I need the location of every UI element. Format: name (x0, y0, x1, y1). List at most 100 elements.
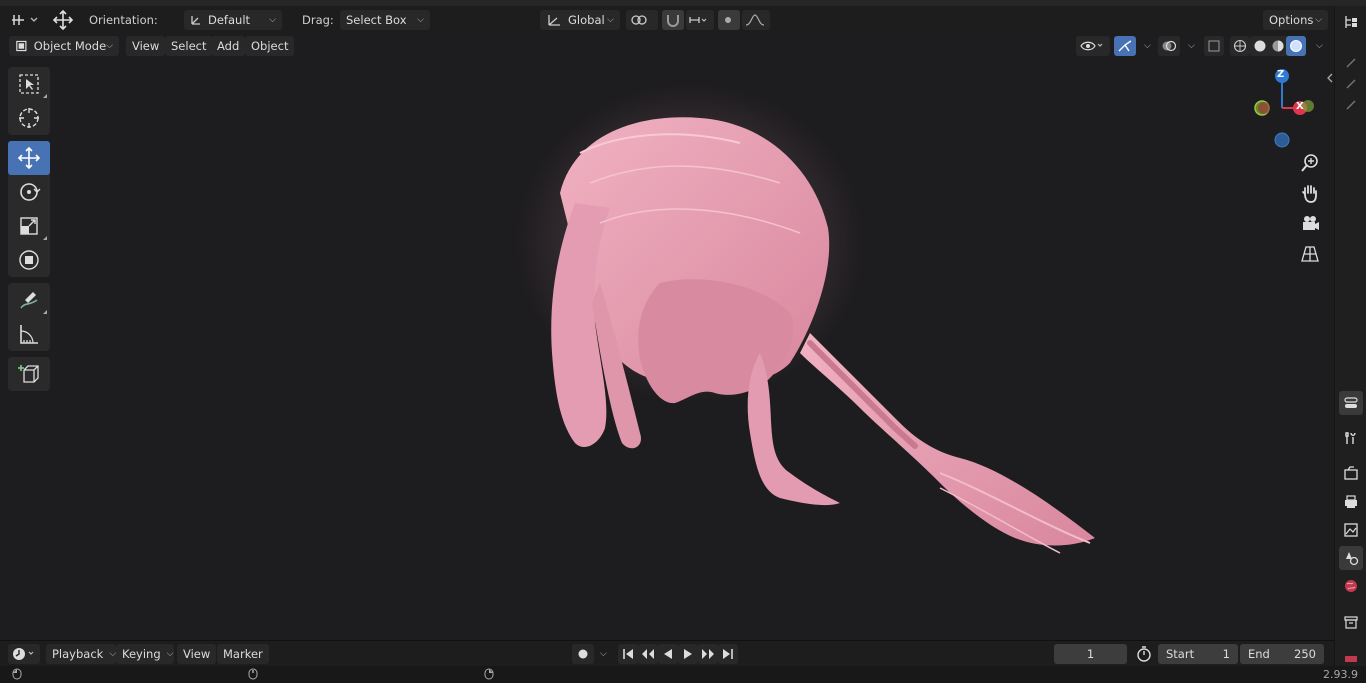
drag-label: Drag: (302, 12, 334, 27)
chevron-down-icon: ⌵ (607, 14, 614, 25)
preview-range-toggle[interactable] (1134, 644, 1154, 664)
annotate-tool[interactable] (8, 283, 50, 317)
sidebar-toggle-arrow[interactable] (1323, 66, 1337, 90)
prev-keyframe-button[interactable] (638, 643, 658, 664)
keying-dropdown-chevron-icon[interactable]: ⌵ (600, 649, 607, 659)
shading-wireframe[interactable] (1230, 35, 1250, 56)
image-icon (1344, 523, 1358, 537)
zoom-button[interactable] (1298, 151, 1322, 175)
mouse-right-icon (484, 668, 494, 680)
menu-playback[interactable]: Playback ⌵ (46, 643, 116, 664)
play-reverse-button[interactable] (658, 643, 678, 664)
menu-keying-label: Keying (122, 646, 161, 661)
menu-select[interactable]: Select (165, 35, 213, 56)
clock-icon (13, 647, 34, 660)
3d-viewport[interactable] (0, 33, 1334, 637)
jump-to-start-button[interactable] (618, 643, 638, 664)
editor-type-icon (12, 14, 38, 25)
tab-texture[interactable] (1339, 651, 1363, 665)
perspective-toggle-button[interactable] (1298, 242, 1322, 266)
cursor-tool[interactable] (8, 101, 50, 135)
tool-variants-indicator (43, 94, 47, 98)
tab-view-layer[interactable] (1339, 518, 1363, 542)
shading-dropdown-chevron-icon[interactable]: ⌵ (1316, 41, 1323, 51)
navigation-gizmo[interactable]: Z X (1240, 64, 1320, 154)
rotate-tool[interactable] (8, 175, 50, 209)
start-frame-label: Start (1166, 646, 1195, 661)
brush-icon (1346, 79, 1356, 89)
chevron-left-icon (1327, 73, 1333, 83)
current-frame-field[interactable]: 1 (1054, 643, 1127, 664)
scale-icon (20, 217, 38, 235)
overlays-dropdown-chevron-icon[interactable]: ⌵ (1188, 41, 1195, 51)
tab-collection[interactable] (1339, 610, 1363, 634)
gizmo-toggle[interactable] (1114, 35, 1136, 56)
measure-tool[interactable] (8, 317, 50, 351)
timeline-editor-type-button[interactable] (8, 643, 40, 664)
orientation-value: Default (208, 12, 251, 27)
falloff-curve-icon (745, 13, 765, 26)
properties-toggle[interactable] (1339, 391, 1363, 415)
editor-type-button[interactable] (10, 10, 40, 30)
shading-rendered[interactable] (1286, 35, 1306, 56)
tab-render[interactable] (1339, 461, 1363, 485)
select-box-tool[interactable] (8, 67, 50, 101)
tool-variants-indicator (43, 310, 47, 314)
start-frame-field[interactable]: Start 1 (1158, 643, 1238, 664)
play-button[interactable] (678, 643, 698, 664)
tab-world[interactable] (1339, 574, 1363, 598)
visibility-dropdown[interactable] (1076, 35, 1110, 56)
brush-icon (1346, 100, 1356, 110)
options-dropdown[interactable]: Options ⌵ (1263, 9, 1328, 30)
camera-view-button[interactable] (1298, 211, 1322, 235)
shading-material[interactable] (1268, 35, 1288, 56)
menu-object[interactable]: Object (245, 35, 295, 56)
drag-value: Select Box (346, 12, 407, 27)
move-tool[interactable] (8, 141, 50, 175)
version-label: 2.93.9 (1323, 668, 1358, 681)
drag-dropdown[interactable]: Select Box ⌵ (340, 9, 430, 30)
scale-tool[interactable] (8, 209, 50, 243)
tool-tab-3[interactable] (1339, 93, 1363, 117)
pivot-point-dropdown[interactable] (626, 9, 658, 30)
gizmo-dropdown-chevron-icon[interactable]: ⌵ (1144, 41, 1151, 51)
tab-output[interactable] (1339, 490, 1363, 514)
snap-toggle[interactable] (662, 9, 684, 30)
material-shading-icon (1272, 40, 1284, 51)
axis-x-label: X (1296, 101, 1304, 112)
transform-orientation-dropdown[interactable]: Global ⌵ (540, 9, 620, 30)
hand-icon (1302, 185, 1317, 203)
next-keyframe-icon (702, 648, 714, 659)
outliner-button[interactable] (1339, 10, 1363, 34)
next-keyframe-button[interactable] (698, 643, 718, 664)
snap-target-dropdown[interactable] (686, 9, 714, 30)
auto-keying-toggle[interactable] (572, 643, 594, 664)
add-cube-tool[interactable] (8, 357, 50, 391)
xray-toggle[interactable] (1204, 35, 1224, 56)
mouse-left-icon (12, 668, 22, 680)
menu-timeline-view[interactable]: View (177, 643, 217, 664)
menu-view[interactable]: View (126, 35, 166, 56)
shading-solid[interactable] (1250, 35, 1270, 56)
tool-group-transform (8, 141, 50, 277)
pan-button[interactable] (1298, 181, 1322, 205)
end-frame-field[interactable]: End 250 (1240, 643, 1324, 664)
axis-z-label: Z (1277, 69, 1285, 80)
orientation-dropdown[interactable]: Default ⌵ (184, 9, 282, 30)
orientation-icon (191, 15, 200, 25)
menu-keying[interactable]: Keying ⌵ (116, 643, 174, 664)
menu-marker[interactable]: Marker (217, 643, 269, 664)
mode-dropdown[interactable]: Object Mode ⌵ (9, 35, 119, 56)
overlays-toggle[interactable] (1158, 35, 1180, 56)
tab-tool[interactable] (1339, 426, 1363, 450)
menu-add[interactable]: Add (211, 35, 246, 56)
tab-scene[interactable] (1339, 546, 1363, 570)
play-icon (684, 648, 692, 659)
transform-tool[interactable] (8, 243, 50, 277)
eye-icon (1080, 41, 1103, 50)
jump-to-end-button[interactable] (718, 643, 738, 664)
transform-icon (19, 250, 39, 270)
falloff-dropdown[interactable] (742, 9, 770, 30)
proportional-editing-toggle[interactable] (718, 9, 740, 30)
end-frame-label: End (1248, 646, 1270, 661)
